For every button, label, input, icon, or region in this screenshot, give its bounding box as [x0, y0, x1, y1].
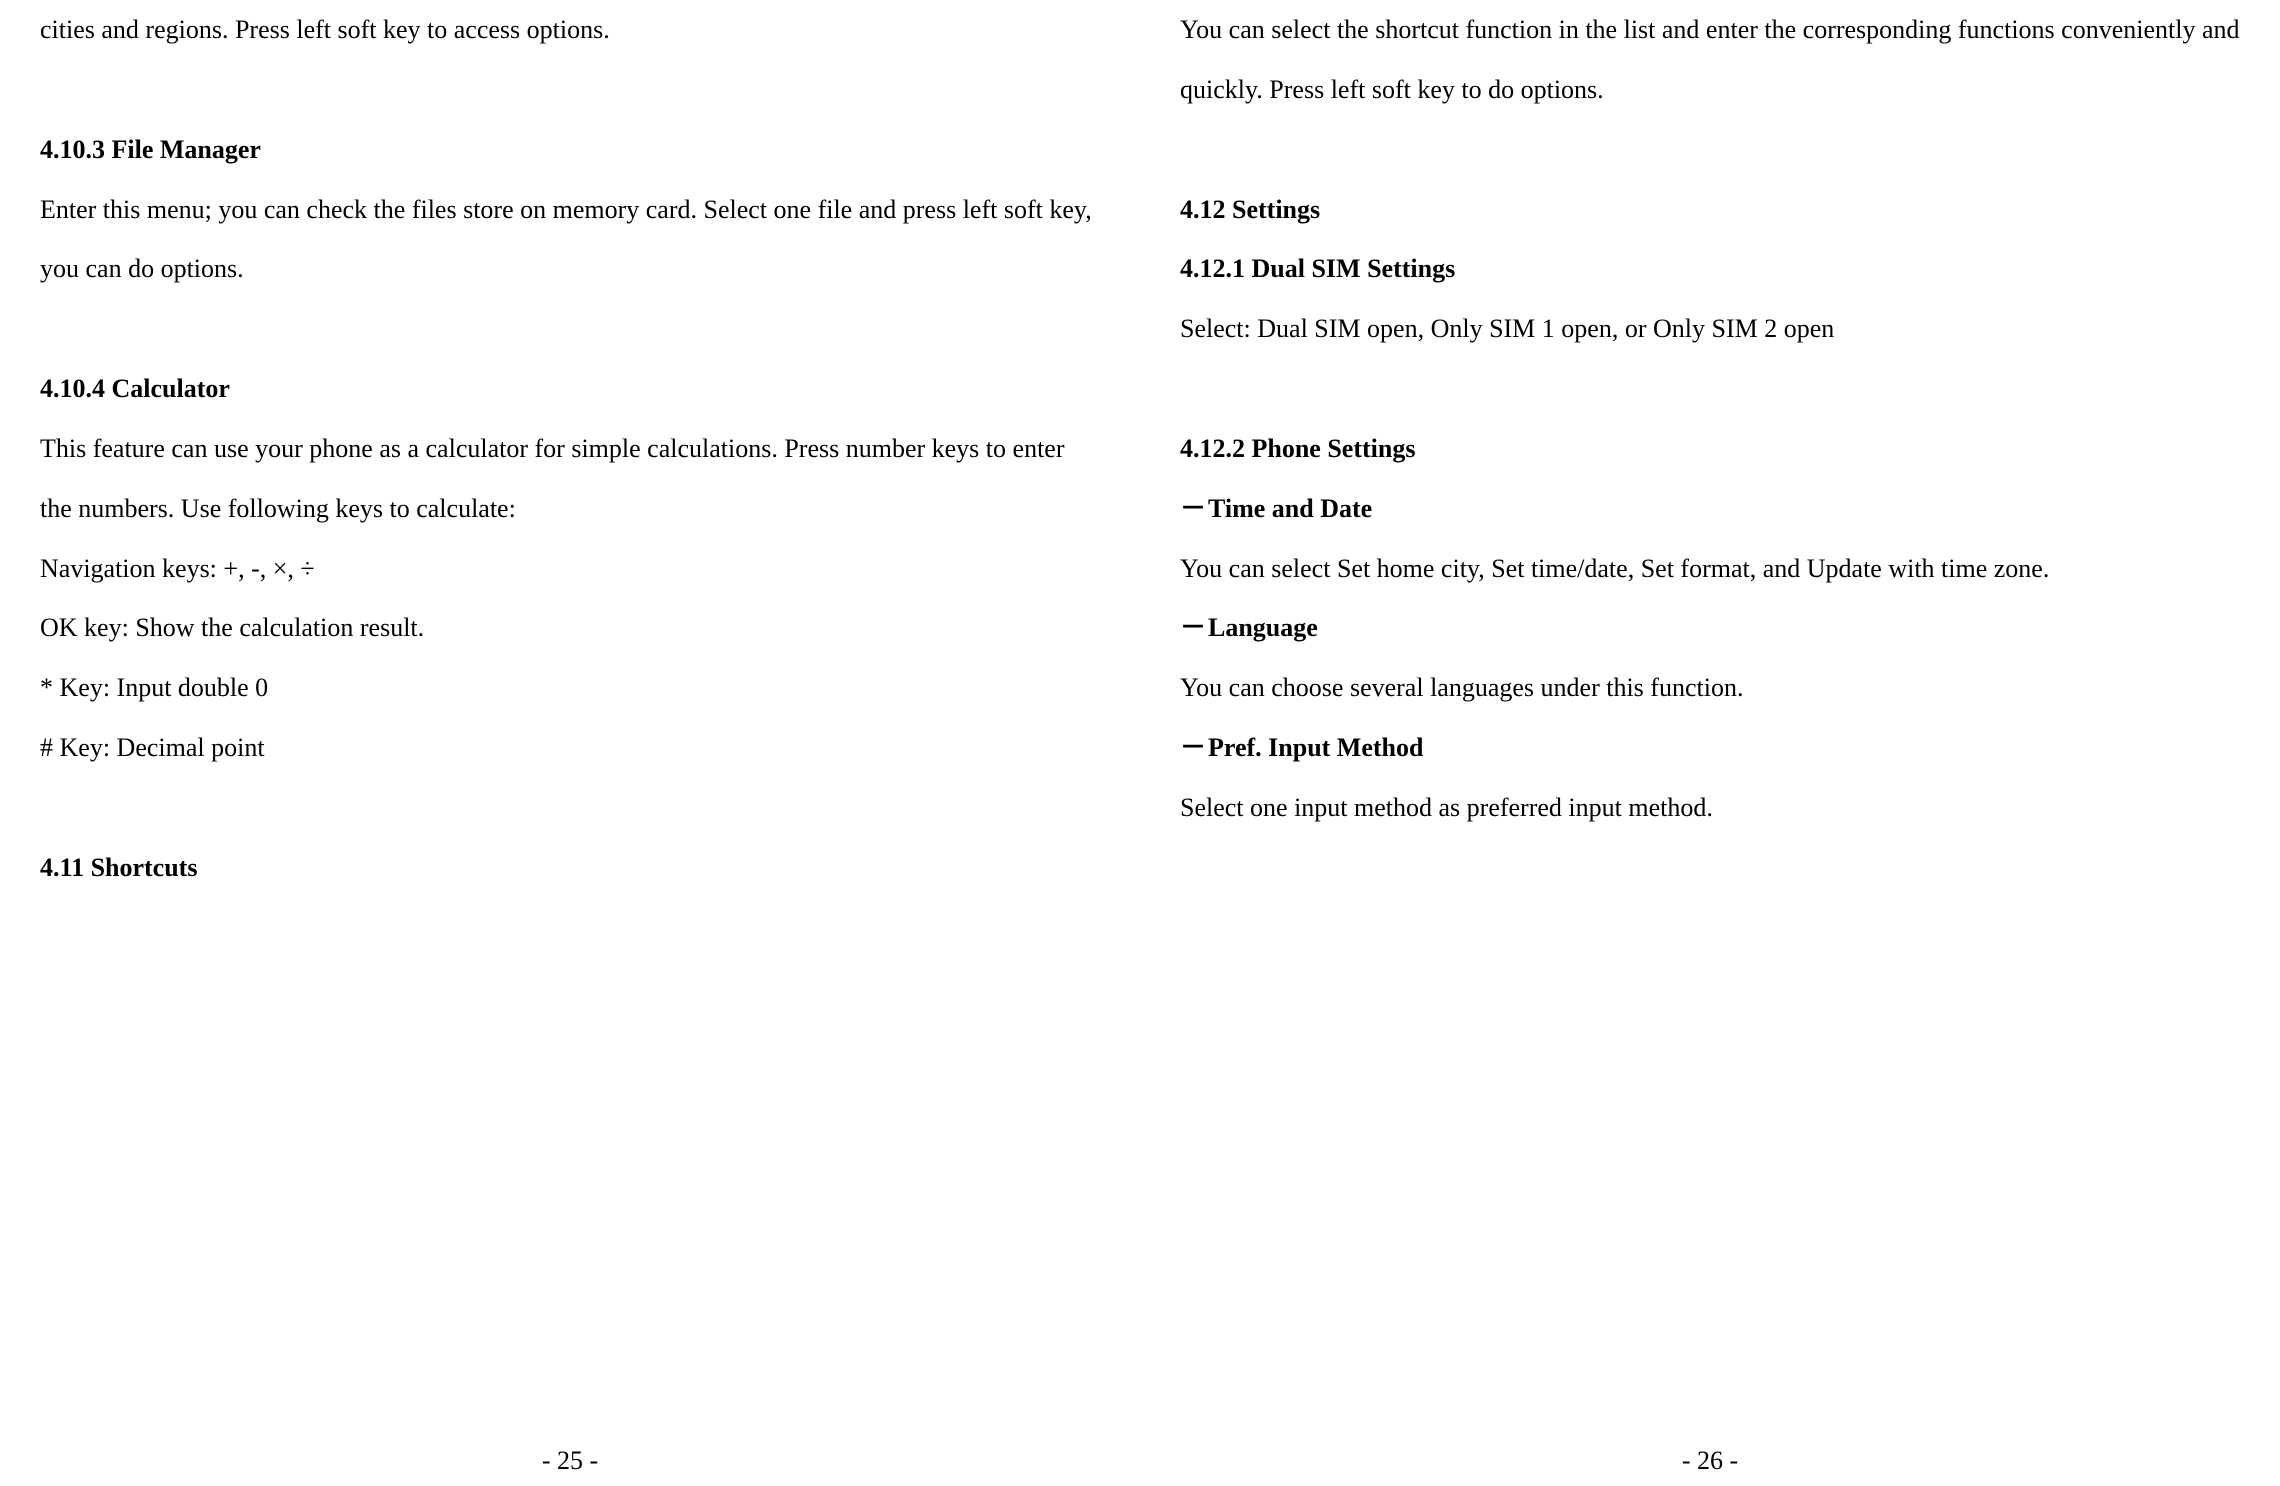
calculator-ok-key: OK key: Show the calculation result. — [40, 598, 1100, 658]
heading-file-manager: 4.10.3 File Manager — [40, 120, 1100, 180]
time-date-body: You can select Set home city, Set time/d… — [1180, 539, 2240, 599]
page-left: cities and regions. Press left soft key … — [0, 0, 1140, 1486]
heading-dual-sim: 4.12.1 Dual SIM Settings — [1180, 239, 2240, 299]
heading-shortcuts: 4.11 Shortcuts — [40, 838, 1100, 898]
item-pref-input-label: Pref. Input Method — [1208, 733, 1423, 762]
heading-settings: 4.12 Settings — [1180, 180, 2240, 240]
calculator-body: This feature can use your phone as a cal… — [40, 419, 1100, 539]
file-manager-body: Enter this menu; you can check the files… — [40, 180, 1100, 300]
page-number-right: - 26 - — [1180, 1446, 2240, 1486]
dual-sim-body: Select: Dual SIM open, Only SIM 1 open, … — [1180, 299, 2240, 359]
language-body: You can choose several languages under t… — [1180, 658, 2240, 718]
heading-calculator: 4.10.4 Calculator — [40, 359, 1100, 419]
page-left-content: cities and regions. Press left soft key … — [40, 0, 1100, 1446]
calculator-hash-key: # Key: Decimal point — [40, 718, 1100, 778]
page-right: You can select the shortcut function in … — [1140, 0, 2280, 1486]
calculator-star-key: * Key: Input double 0 — [40, 658, 1100, 718]
heading-phone-settings: 4.12.2 Phone Settings — [1180, 419, 2240, 479]
pref-input-body: Select one input method as preferred inp… — [1180, 778, 2240, 838]
calculator-nav-keys: Navigation keys: +, -, ×, ÷ — [40, 539, 1100, 599]
page-right-content: You can select the shortcut function in … — [1180, 0, 2240, 1446]
item-language-label: Language — [1208, 613, 1318, 642]
page-number-left: - 25 - — [40, 1446, 1100, 1486]
item-language: －Language — [1180, 598, 2240, 658]
item-time-date: －Time and Date — [1180, 479, 2240, 539]
item-pref-input: －Pref. Input Method — [1180, 718, 2240, 778]
shortcuts-body: You can select the shortcut function in … — [1180, 0, 2240, 120]
item-time-date-label: Time and Date — [1208, 494, 1372, 523]
intro-text: cities and regions. Press left soft key … — [40, 0, 1100, 60]
